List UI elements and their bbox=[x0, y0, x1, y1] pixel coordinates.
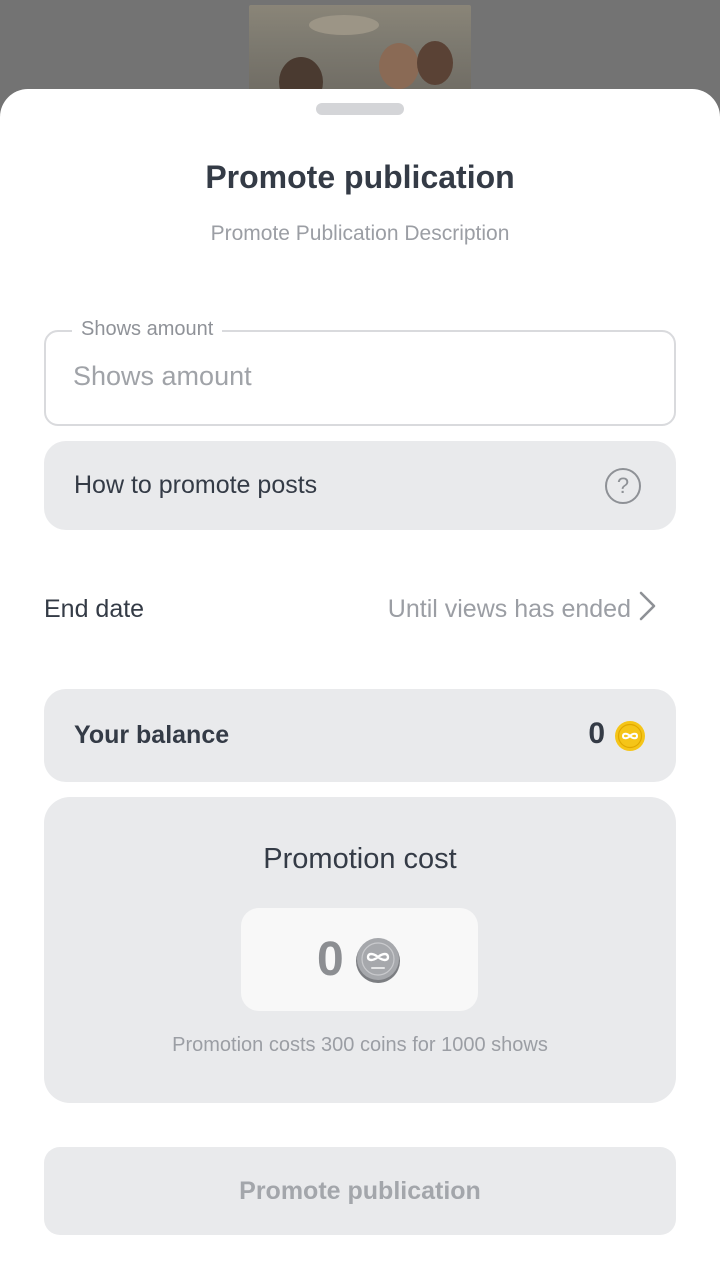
how-to-promote-label: How to promote posts bbox=[74, 471, 318, 499]
chevron-right-icon bbox=[639, 591, 656, 621]
balance-card: Your balance 0 bbox=[44, 689, 676, 782]
gold-coin-icon bbox=[615, 721, 645, 751]
promotion-cost-card: Promotion cost 0 Promotion costs 300 coi… bbox=[44, 797, 676, 1103]
promotion-cost-note: Promotion costs 300 coins for 1000 shows bbox=[172, 1034, 548, 1056]
sheet-title: Promote publication bbox=[205, 159, 515, 195]
promotion-cost-box: 0 bbox=[241, 908, 478, 1011]
end-date-value: Until views has ended bbox=[387, 595, 631, 623]
sheet-drag-handle[interactable] bbox=[316, 103, 404, 115]
promotion-cost-title: Promotion cost bbox=[263, 843, 457, 875]
promote-publication-button[interactable]: Promote publication bbox=[44, 1147, 676, 1235]
background-post-image bbox=[249, 5, 471, 100]
promote-bottom-sheet: Promote publication Promote Publication … bbox=[0, 89, 720, 1280]
end-date-row[interactable]: End date Until views has ended bbox=[44, 579, 676, 639]
shows-amount-legend: Shows amount bbox=[72, 318, 223, 341]
promotion-cost-value: 0 bbox=[317, 933, 344, 986]
balance-label: Your balance bbox=[74, 721, 230, 749]
how-to-promote-row[interactable]: How to promote posts ? bbox=[44, 441, 676, 530]
shows-amount-input[interactable] bbox=[73, 356, 633, 396]
end-date-label: End date bbox=[44, 595, 145, 623]
help-circle-icon[interactable]: ? bbox=[605, 468, 641, 504]
shows-amount-field[interactable]: Shows amount bbox=[44, 318, 676, 426]
sheet-subtitle: Promote Publication Description bbox=[210, 222, 510, 245]
balance-value: 0 bbox=[588, 717, 605, 750]
grey-coin-icon bbox=[356, 938, 400, 983]
